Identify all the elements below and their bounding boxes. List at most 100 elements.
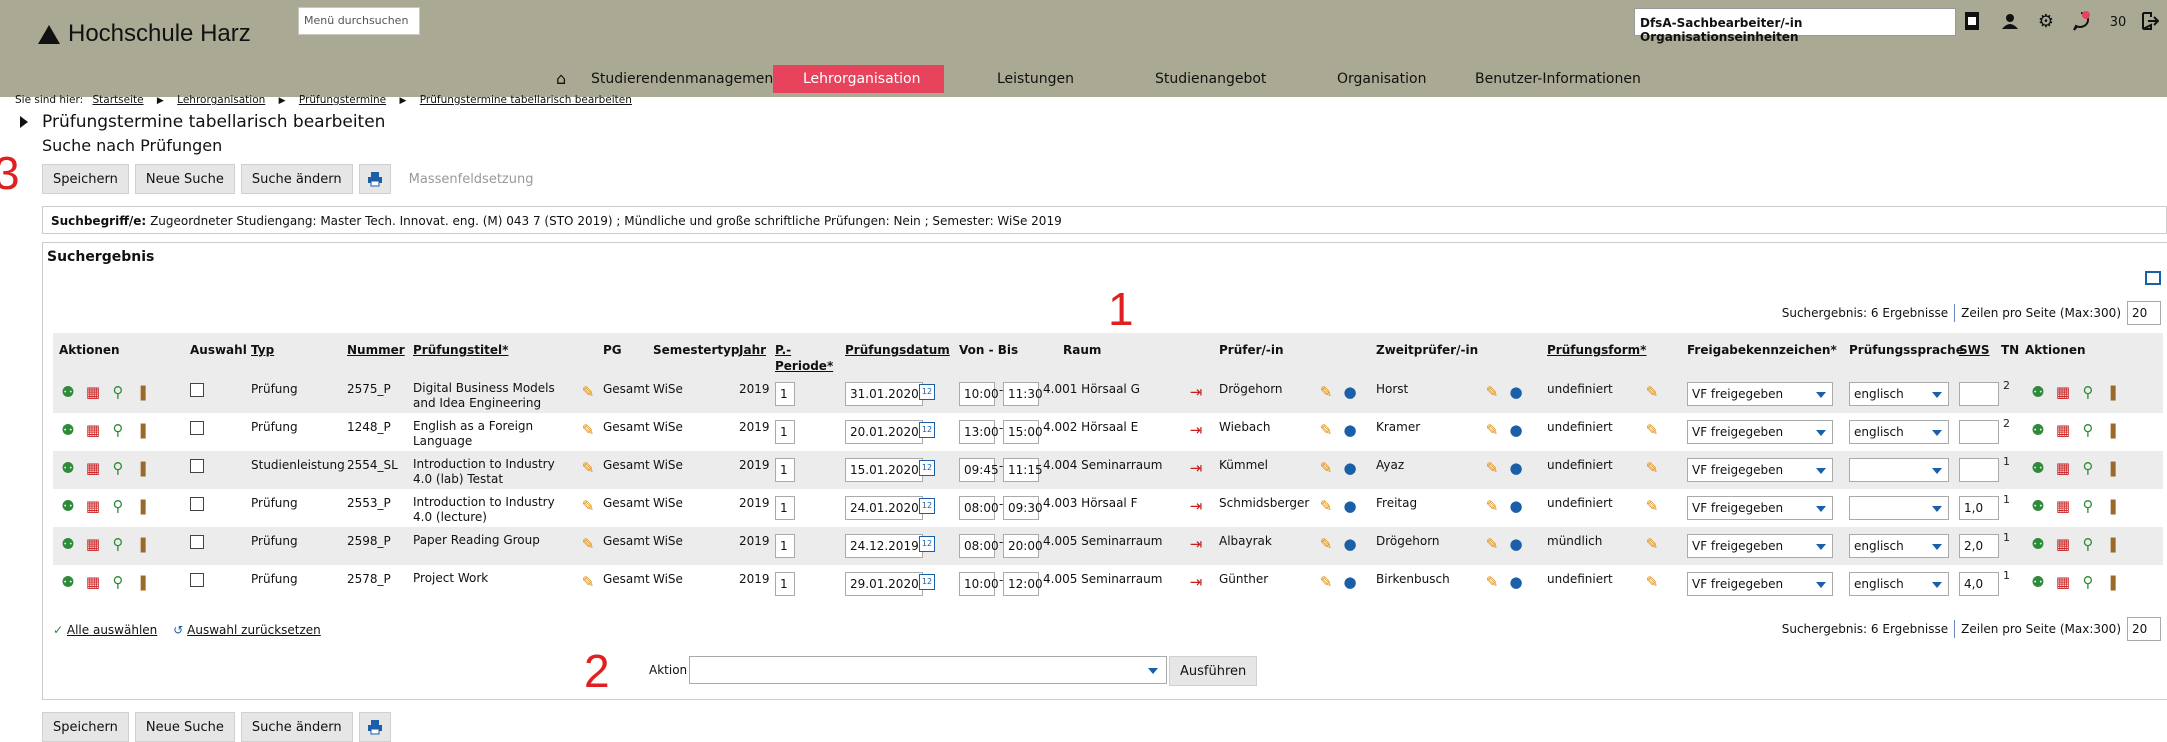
col-periode[interactable]: P.-Periode* <box>775 342 833 374</box>
search-icon[interactable]: ⚲ <box>109 383 127 401</box>
edit-pruefer-icon[interactable]: ✎ <box>1317 421 1335 439</box>
nav-organisation[interactable]: Organisation <box>1337 65 1426 93</box>
add-participants-icon[interactable]: ⚉ <box>2029 535 2047 553</box>
chat-icon[interactable] <box>2070 10 2092 32</box>
row-checkbox[interactable] <box>190 535 204 549</box>
add-participants-icon[interactable]: ⚉ <box>2029 459 2047 477</box>
add-participants-icon[interactable]: ⚉ <box>59 497 77 515</box>
room-door-icon[interactable]: ⇥ <box>1187 535 1205 553</box>
edit-zweitpruefer-icon[interactable]: ✎ <box>1483 497 1501 515</box>
edit-form-icon[interactable]: ✎ <box>1643 421 1661 439</box>
search-icon[interactable]: ⚲ <box>109 421 127 439</box>
calendar-icon[interactable]: ▦ <box>84 573 102 591</box>
edit-zweitpruefer-icon[interactable]: ✎ <box>1483 459 1501 477</box>
freigabe-select[interactable]: VF freigegeben <box>1687 420 1833 444</box>
time-to-input[interactable]: 15:00 <box>1003 420 1043 444</box>
details-icon[interactable]: ❚ <box>2104 573 2122 591</box>
breadcrumb-startseite[interactable]: Startseite <box>92 94 143 106</box>
time-from-input[interactable]: 10:00 <box>959 382 999 406</box>
time-from-input[interactable]: 08:00 <box>959 496 999 520</box>
search-icon[interactable]: ⚲ <box>2079 497 2097 515</box>
time-to-input[interactable]: 09:30 <box>1003 496 1043 520</box>
nav-lehrorganisation[interactable]: Lehrorganisation <box>773 65 944 93</box>
logout-icon[interactable] <box>2140 10 2160 32</box>
user-icon[interactable] <box>2000 10 2020 32</box>
details-icon[interactable]: ❚ <box>2104 497 2122 515</box>
sws-input[interactable]: 2,0 <box>1959 534 1999 558</box>
logo[interactable]: Hochschule Harz <box>38 20 251 48</box>
menu-search-input[interactable]: Menü durchsuchen <box>298 7 420 35</box>
zweitpruefer-person-icon[interactable]: ● <box>1507 459 1525 477</box>
select-all-link[interactable]: ✓ Alle auswählen <box>53 623 157 637</box>
search-icon[interactable]: ⚲ <box>2079 421 2097 439</box>
freigabe-select[interactable]: VF freigegeben <box>1687 458 1833 482</box>
edit-form-icon[interactable]: ✎ <box>1643 497 1661 515</box>
periode-input[interactable]: 1 <box>775 458 795 482</box>
row-checkbox[interactable] <box>190 459 204 473</box>
search-icon[interactable]: ⚲ <box>2079 459 2097 477</box>
time-from-input[interactable]: 13:00 <box>959 420 999 444</box>
sws-input[interactable]: 4,0 <box>1959 572 1999 596</box>
zweitpruefer-person-icon[interactable]: ● <box>1507 497 1525 515</box>
periode-input[interactable]: 1 <box>775 572 795 596</box>
sprache-select[interactable] <box>1849 496 1949 520</box>
time-to-input[interactable]: 20:00 <box>1003 534 1043 558</box>
sws-input[interactable]: 1,0 <box>1959 496 1999 520</box>
edit-pencil-icon[interactable]: ✎ <box>579 497 597 515</box>
add-participants-icon[interactable]: ⚉ <box>59 421 77 439</box>
calendar-icon[interactable]: ▦ <box>2054 383 2072 401</box>
edit-pruefer-icon[interactable]: ✎ <box>1317 383 1335 401</box>
details-icon[interactable]: ❚ <box>134 383 152 401</box>
sprache-select[interactable]: englisch <box>1849 534 1949 558</box>
edit-form-icon[interactable]: ✎ <box>1643 383 1661 401</box>
calendar-icon[interactable]: ▦ <box>84 421 102 439</box>
search-icon[interactable]: ⚲ <box>2079 573 2097 591</box>
nav-studierendenmanagement[interactable]: Studierendenmanagement <box>591 65 779 93</box>
run-button[interactable]: Ausführen <box>1169 656 1258 686</box>
edit-pencil-icon[interactable]: ✎ <box>579 459 597 477</box>
pruefer-person-icon[interactable]: ● <box>1341 535 1359 553</box>
breadcrumb-pruefungstermine[interactable]: Prüfungstermine <box>299 94 386 106</box>
edit-form-icon[interactable]: ✎ <box>1643 459 1661 477</box>
pruefer-person-icon[interactable]: ● <box>1341 383 1359 401</box>
edit-pruefer-icon[interactable]: ✎ <box>1317 573 1335 591</box>
col-jahr[interactable]: Jahr <box>739 342 766 358</box>
time-from-input[interactable]: 10:00 <box>959 572 999 596</box>
sprache-select[interactable]: englisch <box>1849 420 1949 444</box>
col-typ[interactable]: Typ <box>251 342 274 358</box>
calendar-icon[interactable]: ▦ <box>2054 535 2072 553</box>
edit-form-icon[interactable]: ✎ <box>1643 573 1661 591</box>
nav-studienangebot[interactable]: Studienangebot <box>1155 65 1266 93</box>
calendar-icon[interactable]: ▦ <box>2054 459 2072 477</box>
calendar-icon[interactable]: ▦ <box>84 459 102 477</box>
nav-benutzer-informationen[interactable]: Benutzer-Informationen <box>1475 65 1641 93</box>
periode-input[interactable]: 1 <box>775 382 795 406</box>
add-participants-icon[interactable]: ⚉ <box>59 573 77 591</box>
edit-pruefer-icon[interactable]: ✎ <box>1317 459 1335 477</box>
calendar-picker-icon[interactable]: 12 <box>919 498 935 514</box>
zweitpruefer-person-icon[interactable]: ● <box>1507 383 1525 401</box>
save-button[interactable]: Speichern <box>42 164 129 194</box>
sprache-select[interactable]: englisch <box>1849 382 1949 406</box>
calendar-picker-icon[interactable]: 12 <box>919 574 935 590</box>
pruefer-person-icon[interactable]: ● <box>1341 497 1359 515</box>
pruefer-person-icon[interactable]: ● <box>1341 421 1359 439</box>
pruefer-person-icon[interactable]: ● <box>1341 459 1359 477</box>
periode-input[interactable]: 1 <box>775 420 795 444</box>
row-checkbox[interactable] <box>190 421 204 435</box>
freigabe-select[interactable]: VF freigegeben <box>1687 534 1833 558</box>
details-icon[interactable]: ❚ <box>2104 535 2122 553</box>
home-icon[interactable]: ⌂ <box>556 65 566 93</box>
popout-icon[interactable] <box>2145 271 2161 285</box>
details-icon[interactable]: ❚ <box>134 497 152 515</box>
expand-arrow-icon[interactable] <box>20 116 28 128</box>
details-icon[interactable]: ❚ <box>2104 421 2122 439</box>
edit-zweitpruefer-icon[interactable]: ✎ <box>1483 383 1501 401</box>
row-checkbox[interactable] <box>190 497 204 511</box>
edit-form-icon[interactable]: ✎ <box>1643 535 1661 553</box>
action-select[interactable] <box>689 656 1167 684</box>
room-door-icon[interactable]: ⇥ <box>1187 421 1205 439</box>
time-from-input[interactable]: 09:45 <box>959 458 999 482</box>
freigabe-select[interactable]: VF freigegeben <box>1687 572 1833 596</box>
edit-pencil-icon[interactable]: ✎ <box>579 421 597 439</box>
